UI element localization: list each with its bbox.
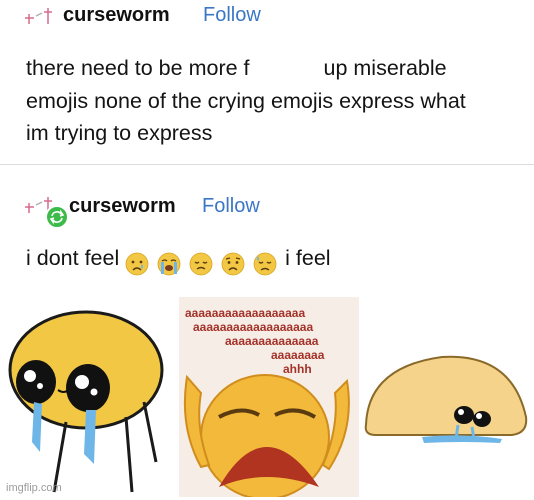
- post-1: curseworm Follow there need to be more f…: [0, 0, 534, 165]
- username[interactable]: curseworm: [63, 4, 170, 27]
- post-text-line-2: emojis none of the crying emojis express…: [26, 89, 466, 113]
- scream-text-5: ahhh: [283, 362, 312, 376]
- censor-blank: [249, 57, 318, 75]
- post-text-segment: there need to be more f: [26, 56, 250, 80]
- reblog-icon: [45, 205, 69, 229]
- watermark: imgflip.com: [6, 482, 62, 494]
- screaming-emoji-image: aaaaaaaaaaaaaaaaaa aaaaaaaaaaaaaaaaaa aa…: [179, 297, 359, 497]
- post-text-segment: up miserable: [323, 56, 447, 80]
- scream-text-1: aaaaaaaaaaaaaaaaaa: [185, 306, 305, 320]
- melted-blob-image: [364, 355, 528, 443]
- post-text-line-1: there need to be more f up miserable: [26, 51, 447, 85]
- text-after: i feel: [285, 246, 331, 270]
- crying-face-icon: [125, 252, 149, 276]
- sad-sweat-face-icon: [253, 252, 277, 276]
- disappointed-face-icon: [189, 252, 213, 276]
- scream-text-2: aaaaaaaaaaaaaaaaaa: [193, 320, 313, 334]
- text-before: i dont feel: [26, 246, 120, 270]
- worried-face-icon: [221, 252, 245, 276]
- post-text-line-3: im trying to express: [26, 121, 213, 145]
- emoji-row: [125, 246, 279, 280]
- post-text-emoji-line: i dont feel i feel: [26, 241, 331, 280]
- crying-blob-image: [8, 310, 164, 493]
- follow-button[interactable]: Follow: [203, 4, 261, 27]
- loudly-crying-face-icon: [157, 252, 181, 276]
- username[interactable]: curseworm: [69, 195, 176, 218]
- scream-text-4: aaaaaaaa: [271, 348, 325, 362]
- scream-text-3: aaaaaaaaaaaaaa: [225, 334, 319, 348]
- avatar[interactable]: [22, 4, 56, 28]
- follow-button[interactable]: Follow: [202, 195, 260, 218]
- post-2: curseworm Follow i dont feel i feel aaaa…: [0, 165, 534, 500]
